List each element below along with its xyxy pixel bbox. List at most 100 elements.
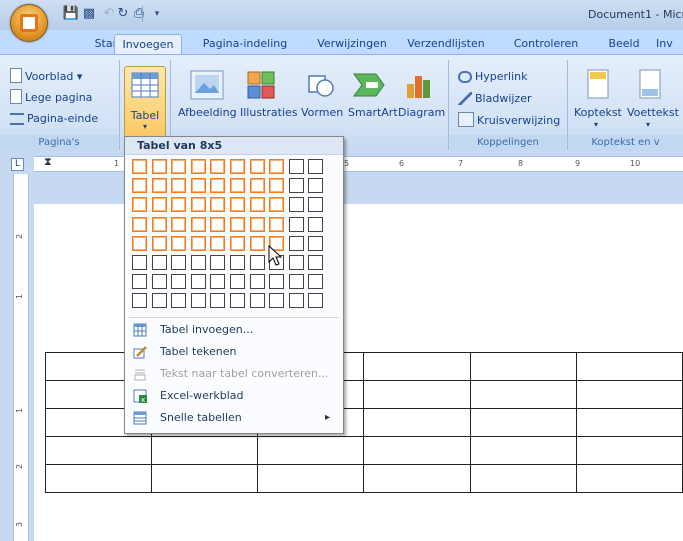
bladwijzer-button[interactable]: Bladwijzer [458,90,532,108]
tab-selector[interactable]: L [11,158,24,171]
lege-pagina-button[interactable]: Lege pagina [10,89,92,107]
voettekst-button[interactable]: Voettekst [627,106,679,119]
print-icon[interactable]: ⎙ [130,6,148,22]
tab-invoegtoepassingen[interactable]: Inv [656,34,683,54]
table-cell[interactable] [469,408,577,437]
table-cell[interactable] [575,464,683,493]
grid-cell[interactable] [191,255,206,270]
grid-cell[interactable] [269,178,284,193]
grid-cell[interactable] [191,159,206,174]
grid-cell[interactable] [152,293,167,308]
grid-cell[interactable] [289,159,304,174]
table-cell[interactable] [469,436,577,465]
table-cell[interactable] [257,464,365,493]
pagina-einde-button[interactable]: Pagina-einde [10,110,98,128]
table-cell[interactable] [469,380,577,409]
grid-cell[interactable] [269,197,284,212]
grid-cell[interactable] [230,274,245,289]
menu-item-excel-werkblad[interactable]: x Excel-werkblad [125,385,343,407]
grid-cell[interactable] [152,159,167,174]
grid-cell[interactable] [132,255,147,270]
grid-cell[interactable] [210,178,225,193]
grid-cell[interactable] [308,274,323,289]
grid-cell[interactable] [152,236,167,251]
table-cell[interactable] [363,352,471,381]
grid-cell[interactable] [132,236,147,251]
grid-cell[interactable] [171,255,186,270]
grid-cell[interactable] [289,293,304,308]
kruisverwijzing-button[interactable]: Kruisverwijzing [458,112,560,130]
grid-cell[interactable] [171,274,186,289]
grid-cell[interactable] [191,293,206,308]
grid-cell[interactable] [269,217,284,232]
table-cell[interactable] [151,464,259,493]
grid-cell[interactable] [250,236,265,251]
grid-cell[interactable] [308,293,323,308]
table-cell[interactable] [469,352,577,381]
grid-cell[interactable] [132,217,147,232]
grid-cell[interactable] [289,255,304,270]
table-cell[interactable] [44,436,153,465]
grid-cell[interactable] [152,255,167,270]
table-cell[interactable] [363,464,471,493]
tab-verzendlijsten[interactable]: Verzendlijsten [399,34,493,54]
grid-cell[interactable] [289,236,304,251]
tabel-button[interactable]: Tabel ▾ [124,66,166,138]
grid-cell[interactable] [210,274,225,289]
grid-cell[interactable] [171,197,186,212]
grid-cell[interactable] [132,274,147,289]
menu-item-tabel-invoegen[interactable]: Tabel invoegen... [125,319,343,341]
grid-cell[interactable] [210,293,225,308]
grid-cell[interactable] [289,217,304,232]
afbeelding-button[interactable]: Afbeelding [178,106,237,119]
tab-verwijzingen[interactable]: Verwijzingen [308,34,396,54]
grid-cell[interactable] [230,255,245,270]
grid-cell[interactable] [250,293,265,308]
vertical-ruler[interactable]: 2 1 1 2 3 [13,174,29,541]
grid-cell[interactable] [230,197,245,212]
grid-cell[interactable] [132,197,147,212]
grid-cell[interactable] [250,159,265,174]
koptekst-button[interactable]: Koptekst [574,106,622,119]
format-icon[interactable]: ▩ [80,6,98,22]
grid-cell[interactable] [250,217,265,232]
grid-cell[interactable] [171,159,186,174]
grid-cell[interactable] [132,159,147,174]
grid-cell[interactable] [152,274,167,289]
save-icon[interactable]: 💾 [62,6,80,22]
table-cell[interactable] [575,436,683,465]
smartart-button[interactable]: SmartArt [348,106,398,119]
grid-cell[interactable] [269,274,284,289]
grid-cell[interactable] [289,197,304,212]
grid-cell[interactable] [152,197,167,212]
grid-cell[interactable] [171,293,186,308]
grid-cell[interactable] [289,274,304,289]
grid-cell[interactable] [250,178,265,193]
table-cell[interactable] [363,408,471,437]
grid-cell[interactable] [230,293,245,308]
table-cell[interactable] [257,436,365,465]
grid-cell[interactable] [308,178,323,193]
grid-cell[interactable] [250,255,265,270]
grid-cell[interactable] [210,236,225,251]
hyperlink-button[interactable]: Hyperlink [458,68,528,86]
grid-cell[interactable] [152,217,167,232]
table-cell[interactable] [575,380,683,409]
voorblad-button[interactable]: Voorblad ▾ [10,68,82,86]
table-cell[interactable] [469,464,577,493]
tab-beeld[interactable]: Beeld [598,34,650,54]
grid-cell[interactable] [250,274,265,289]
grid-cell[interactable] [308,217,323,232]
table-grid-picker[interactable] [132,159,332,314]
grid-cell[interactable] [191,236,206,251]
table-cell[interactable] [575,352,683,381]
grid-cell[interactable] [308,159,323,174]
grid-cell[interactable] [210,197,225,212]
office-button[interactable] [10,4,48,42]
customize-qat-icon[interactable]: ▾ [148,6,166,22]
grid-cell[interactable] [289,178,304,193]
grid-cell[interactable] [230,178,245,193]
diagram-button[interactable]: Diagram [398,106,445,119]
grid-cell[interactable] [230,159,245,174]
grid-cell[interactable] [230,217,245,232]
